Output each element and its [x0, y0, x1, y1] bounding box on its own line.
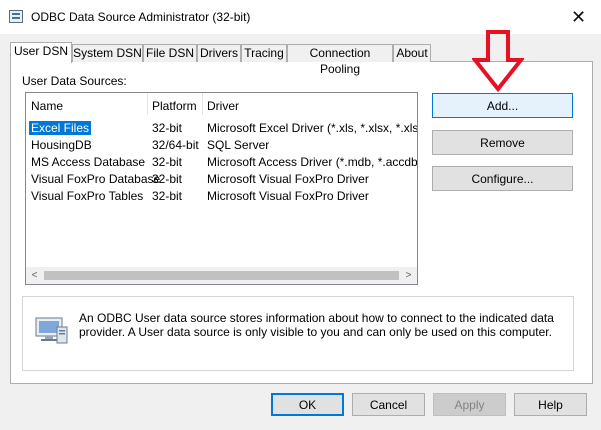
- dsn-name: HousingDB: [31, 138, 92, 152]
- apply-button[interactable]: Apply: [433, 393, 506, 416]
- configure-button[interactable]: Configure...: [432, 166, 573, 191]
- dsn-name: Visual FoxPro Database: [31, 172, 161, 186]
- list-header: Name Platform Driver: [26, 93, 417, 116]
- info-description: An ODBC User data source stores informat…: [79, 311, 554, 339]
- cancel-button[interactable]: Cancel: [352, 393, 425, 416]
- dsn-name: Visual FoxPro Tables: [31, 189, 144, 203]
- tab-system-dsn[interactable]: System DSN: [72, 44, 143, 62]
- add-button[interactable]: Add...: [432, 93, 573, 118]
- dsn-name: MS Access Database: [31, 155, 146, 169]
- window-title: ODBC Data Source Administrator (32-bit): [31, 10, 251, 24]
- info-box: An ODBC User data source stores informat…: [22, 296, 574, 371]
- close-button[interactable]: ✕: [556, 0, 601, 34]
- dsn-platform: 32-bit: [152, 121, 183, 135]
- tab-about[interactable]: About: [393, 44, 431, 62]
- list-item[interactable]: Visual FoxPro Database 32-bit Microsoft …: [26, 171, 417, 188]
- column-header-driver[interactable]: Driver: [207, 99, 239, 113]
- column-header-name[interactable]: Name: [31, 99, 63, 113]
- arrow-down-icon: [472, 30, 524, 92]
- dsn-name: Excel Files: [29, 121, 92, 135]
- column-header-platform[interactable]: Platform: [152, 99, 197, 113]
- dsn-platform: 32/64-bit: [152, 138, 199, 152]
- dsn-driver: Microsoft Visual FoxPro Driver: [207, 189, 369, 203]
- dsn-driver: Microsoft Access Driver (*.mdb, *.accdb): [207, 155, 418, 169]
- column-divider[interactable]: [147, 93, 148, 115]
- list-item[interactable]: Visual FoxPro Tables 32-bit Microsoft Vi…: [26, 188, 417, 205]
- odbc-dialog-window: ODBC Data Source Administrator (32-bit) …: [0, 0, 601, 430]
- close-icon: ✕: [570, 6, 587, 27]
- dsn-platform: 32-bit: [152, 155, 183, 169]
- tab-user-dsn[interactable]: User DSN: [10, 42, 72, 63]
- tab-drivers[interactable]: Drivers: [197, 44, 241, 62]
- odbc-app-icon: [9, 10, 23, 23]
- tab-file-dsn[interactable]: File DSN: [143, 44, 197, 62]
- user-data-sources-list[interactable]: Name Platform Driver Excel Files 32-bit …: [25, 92, 418, 285]
- ok-button[interactable]: OK: [271, 393, 344, 416]
- tab-connection-pooling[interactable]: Connection Pooling: [287, 44, 393, 76]
- dsn-platform: 32-bit: [152, 189, 183, 203]
- list-item[interactable]: HousingDB 32/64-bit SQL Server: [26, 137, 417, 154]
- chevron-left-icon: <: [31, 270, 38, 281]
- scroll-right-button[interactable]: >: [400, 267, 417, 284]
- computer-icon: [35, 317, 68, 344]
- chevron-right-icon: >: [405, 270, 412, 281]
- dsn-driver: Microsoft Visual FoxPro Driver: [207, 172, 369, 186]
- remove-button[interactable]: Remove: [432, 130, 573, 155]
- dsn-driver: SQL Server: [207, 138, 270, 152]
- list-item[interactable]: MS Access Database 32-bit Microsoft Acce…: [26, 154, 417, 171]
- list-item[interactable]: Excel Files 32-bit Microsoft Excel Drive…: [26, 120, 417, 137]
- scroll-left-button[interactable]: <: [26, 267, 43, 284]
- horizontal-scrollbar[interactable]: < >: [26, 267, 417, 284]
- tab-tracing[interactable]: Tracing: [241, 44, 287, 62]
- scrollbar-thumb[interactable]: [44, 271, 399, 280]
- column-divider[interactable]: [202, 93, 203, 115]
- help-button[interactable]: Help: [514, 393, 587, 416]
- dsn-platform: 32-bit: [152, 172, 183, 186]
- title-bar: ODBC Data Source Administrator (32-bit) …: [0, 0, 601, 34]
- dsn-driver: Microsoft Excel Driver (*.xls, *.xlsx, *…: [207, 121, 418, 135]
- user-data-sources-label: User Data Sources:: [22, 74, 127, 88]
